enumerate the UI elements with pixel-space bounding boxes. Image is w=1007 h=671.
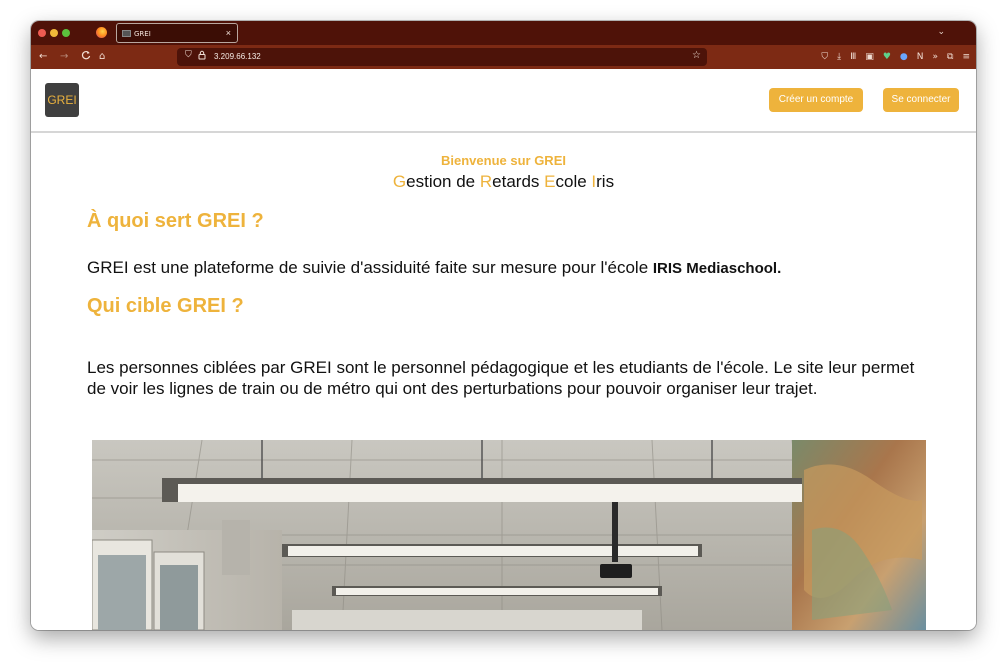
forward-arrow-icon[interactable]: → <box>60 50 68 64</box>
download-icon[interactable]: ⤓ <box>837 49 841 65</box>
tracking-protection-icon[interactable]: ⛉ <box>185 50 192 60</box>
acronym-rest: etards <box>492 172 545 191</box>
site-header: GREI Créer un compte Se connecter <box>31 69 976 133</box>
section-title-audience: Qui cible GREI ? <box>87 295 244 317</box>
page-content: GREI Créer un compte Se connecter Bienve… <box>31 69 976 630</box>
list-all-tabs-icon[interactable]: ⌄ <box>937 27 945 37</box>
pocket-icon[interactable]: ⛉ <box>821 49 828 65</box>
reload-icon[interactable] <box>81 50 91 65</box>
home-icon[interactable]: ⌂ <box>99 50 105 64</box>
bookmark-star-icon[interactable]: ☆ <box>692 50 701 61</box>
tab-bar: GREI × ⌄ <box>31 21 976 45</box>
acronym-line: Gestion de Retards Ecole Iris <box>31 172 976 192</box>
acronym-initial: E <box>544 172 556 191</box>
extensions-icon[interactable]: ⧉ <box>947 49 953 65</box>
library-icon[interactable]: Ⅲ <box>850 49 856 65</box>
zoom-window-button[interactable] <box>62 29 70 37</box>
url-bar[interactable]: ⛉ 3.209.66.132 ☆ <box>177 48 707 66</box>
school-name: IRIS Mediaschool. <box>652 260 782 277</box>
url-text[interactable]: 3.209.66.132 <box>214 52 261 61</box>
signup-button[interactable]: Créer un compte <box>769 88 863 112</box>
minimize-window-button[interactable] <box>50 29 58 37</box>
browser-window: GREI × ⌄ ← → ⌂ ⛉ 3.209.66.132 ☆ ⛉ ⤓ Ⅲ ▣ … <box>31 21 976 630</box>
welcome-heading: Bienvenue sur GREI <box>441 153 566 168</box>
audience-paragraph: Les personnes ciblées par GREI sont le p… <box>87 358 915 398</box>
purpose-paragraph: GREI est une plateforme de suivie d'assi… <box>87 257 927 279</box>
acronym-rest: cole <box>555 172 592 191</box>
section-title-purpose: À quoi sert GREI ? <box>87 210 264 232</box>
tab-close-icon[interactable]: × <box>226 28 231 38</box>
close-window-button[interactable] <box>38 29 46 37</box>
back-arrow-icon[interactable]: ← <box>39 50 47 64</box>
acronym-initial: R <box>479 172 493 191</box>
acronym-rest: ris <box>596 172 615 191</box>
shield-extension-icon[interactable]: ♥ <box>883 49 891 65</box>
acronym-rest: estion de <box>406 172 480 191</box>
acronym-initial: G <box>392 172 407 191</box>
classroom-photo <box>92 440 926 630</box>
notion-extension-icon[interactable]: N <box>917 49 924 65</box>
tab-title: GREI <box>134 30 151 38</box>
login-button[interactable]: Se connecter <box>883 88 959 112</box>
overflow-icon[interactable]: » <box>933 49 939 65</box>
lock-icon[interactable] <box>198 50 206 63</box>
firefox-view-icon[interactable] <box>96 27 107 38</box>
site-logo[interactable]: GREI <box>45 83 79 117</box>
menu-icon[interactable]: ≡ <box>962 49 970 65</box>
sidebar-icon[interactable]: ▣ <box>865 49 874 65</box>
tab-grei[interactable]: GREI × <box>116 23 238 43</box>
navigation-toolbar: ← → ⌂ ⛉ 3.209.66.132 ☆ ⛉ ⤓ Ⅲ ▣ ♥ ● N » ⧉… <box>31 45 976 69</box>
purpose-text: GREI est une plateforme de suivie d'assi… <box>87 258 653 277</box>
toolbar-icons: ⛉ ⤓ Ⅲ ▣ ♥ ● N » ⧉ ≡ <box>821 49 970 65</box>
favicon-icon <box>122 30 131 37</box>
privacy-extension-icon[interactable]: ● <box>900 49 908 65</box>
